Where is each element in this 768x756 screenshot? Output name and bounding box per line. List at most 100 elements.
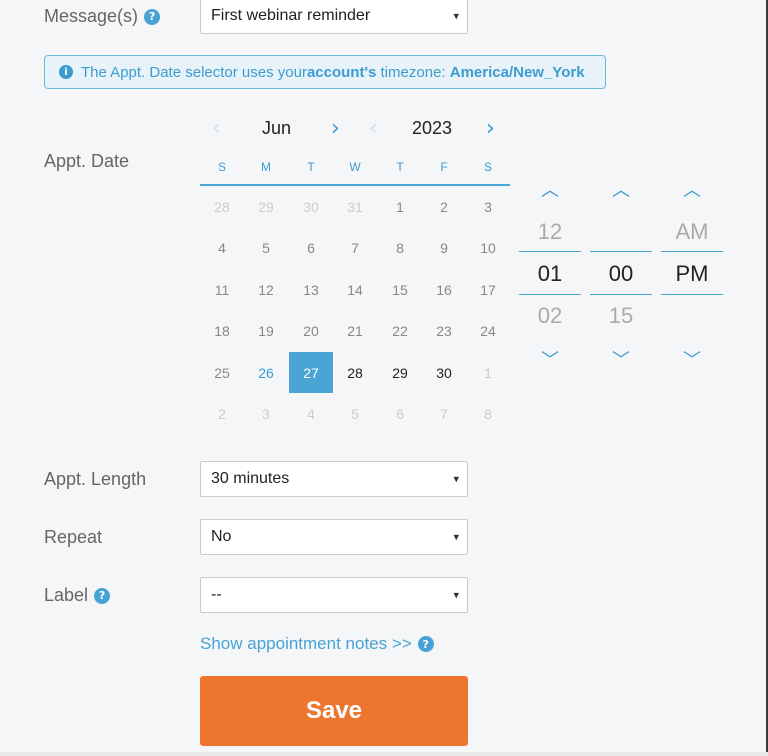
hour-up-icon[interactable]: ︿ — [520, 176, 580, 202]
repeat-label: Repeat — [44, 527, 102, 548]
info-account: account's — [306, 63, 377, 81]
message-label: Message(s) ? — [44, 6, 161, 27]
repeat-label-text: Repeat — [44, 527, 103, 547]
day-cell[interactable]: 14 — [333, 269, 377, 310]
minute-next[interactable]: 15 — [590, 303, 652, 329]
day-cell[interactable]: 24 — [466, 311, 510, 352]
message-help-icon[interactable]: ? — [144, 8, 161, 25]
ampm-up-icon[interactable]: ︿ — [662, 176, 722, 202]
minute-down-icon[interactable]: ﹀ — [591, 346, 651, 372]
day-cell[interactable]: 13 — [289, 269, 333, 310]
day-cell[interactable]: 1 — [466, 352, 510, 393]
day-cell[interactable]: 25 — [200, 352, 244, 393]
day-cell[interactable]: 17 — [466, 269, 510, 310]
day-cell[interactable]: 7 — [333, 228, 377, 269]
appt-length-label: Appt. Length — [44, 469, 146, 490]
day-cell[interactable]: 4 — [289, 394, 333, 435]
day-cell[interactable]: 22 — [378, 311, 422, 352]
repeat-select[interactable]: No ▾ — [200, 519, 468, 555]
message-select[interactable]: First webinar reminder ▾ — [200, 0, 468, 34]
page-bottom-edge — [0, 752, 768, 756]
timezone-info-bar: i The Appt. Date selector uses your acco… — [44, 55, 606, 89]
day-cell[interactable]: 4 — [200, 228, 244, 269]
chevron-down-icon: ▾ — [453, 531, 459, 544]
prev-year-icon[interactable]: ‹ — [369, 116, 378, 141]
notes-help-icon[interactable]: ? — [417, 636, 434, 652]
day-cell[interactable]: 2 — [200, 394, 244, 435]
day-cell[interactable]: 3 — [244, 394, 288, 435]
day-cell[interactable]: 21 — [333, 311, 377, 352]
info-icon: i — [59, 65, 73, 79]
day-cell[interactable]: 31 — [333, 186, 377, 227]
day-cell[interactable]: 2 — [422, 186, 466, 227]
month-label[interactable]: Jun — [262, 118, 291, 139]
next-year-icon[interactable]: › — [486, 116, 495, 141]
day-cell[interactable]: 5 — [333, 394, 377, 435]
weekday-mon: M — [261, 160, 271, 174]
ampm-divider-bottom — [661, 294, 723, 295]
hour-prev[interactable]: 12 — [519, 219, 581, 245]
appt-length-select[interactable]: 30 minutes ▾ — [200, 461, 468, 497]
weekday-fri: F — [440, 160, 448, 174]
ampm-value[interactable]: PM — [661, 261, 723, 287]
weekday-wed: W — [349, 160, 361, 174]
label-help-icon[interactable]: ? — [94, 587, 111, 604]
ampm-prev[interactable]: AM — [661, 219, 723, 245]
day-cell[interactable]: 26 — [244, 352, 288, 393]
appt-length-value: 30 minutes — [211, 470, 290, 487]
day-cell[interactable]: 29 — [244, 186, 288, 227]
day-cell[interactable]: 29 — [378, 352, 422, 393]
label-field-label: Label ? — [44, 585, 111, 606]
day-cell[interactable]: 11 — [200, 269, 244, 310]
day-cell[interactable]: 23 — [422, 311, 466, 352]
weekday-thu: T — [396, 160, 404, 174]
day-cell[interactable]: 3 — [466, 186, 510, 227]
hour-down-icon[interactable]: ﹀ — [520, 346, 580, 372]
day-cell[interactable]: 12 — [244, 269, 288, 310]
day-cell[interactable]: 10 — [466, 228, 510, 269]
day-cell[interactable]: 30 — [422, 352, 466, 393]
day-cell[interactable]: 8 — [466, 394, 510, 435]
appt-length-label-text: Appt. Length — [44, 469, 147, 489]
repeat-value: No — [211, 528, 232, 545]
day-cell[interactable]: 5 — [244, 228, 288, 269]
day-cell[interactable]: 6 — [378, 394, 422, 435]
minute-value[interactable]: 00 — [590, 261, 652, 287]
hour-value[interactable]: 01 — [519, 261, 581, 287]
show-notes-link-text[interactable]: Show appointment notes >> — [200, 634, 412, 654]
message-select-value: First webinar reminder — [211, 7, 371, 24]
weekday-sat: S — [483, 160, 492, 174]
day-cell[interactable]: 15 — [378, 269, 422, 310]
label-field-label-text: Label — [44, 585, 89, 605]
hour-divider — [519, 251, 581, 252]
appt-date-label-text: Appt. Date — [44, 151, 130, 171]
label-select[interactable]: -- ▾ — [200, 577, 468, 613]
ampm-down-icon[interactable]: ﹀ — [662, 346, 722, 372]
day-cell[interactable]: 16 — [422, 269, 466, 310]
weekday-sun: S — [217, 160, 226, 174]
prev-month-icon[interactable]: ‹ — [212, 116, 221, 141]
day-cell[interactable]: 20 — [289, 311, 333, 352]
day-cell[interactable]: 8 — [378, 228, 422, 269]
day-cell[interactable]: 28 — [333, 352, 377, 393]
day-cell[interactable]: 18 — [200, 311, 244, 352]
hour-next[interactable]: 02 — [519, 303, 581, 329]
day-cell[interactable]: 7 — [422, 394, 466, 435]
selected-day-cell[interactable]: 27 — [289, 352, 333, 393]
label-select-value: -- — [211, 586, 222, 603]
day-cell[interactable]: 1 — [378, 186, 422, 227]
day-cell[interactable]: 19 — [244, 311, 288, 352]
day-cell[interactable]: 9 — [422, 228, 466, 269]
day-cell[interactable]: 30 — [289, 186, 333, 227]
day-cell[interactable]: 6 — [289, 228, 333, 269]
chevron-down-icon: ▾ — [453, 473, 459, 486]
minute-divider — [590, 251, 652, 252]
appt-date-label: Appt. Date — [44, 151, 129, 172]
day-cell[interactable]: 28 — [200, 186, 244, 227]
show-notes-link[interactable]: Show appointment notes >> ? — [200, 634, 434, 654]
minute-up-icon[interactable]: ︿ — [591, 176, 651, 202]
message-label-text: Message(s) — [44, 6, 139, 26]
next-month-icon[interactable]: › — [331, 116, 340, 141]
year-label[interactable]: 2023 — [412, 118, 452, 139]
save-button[interactable]: Save — [200, 676, 468, 746]
